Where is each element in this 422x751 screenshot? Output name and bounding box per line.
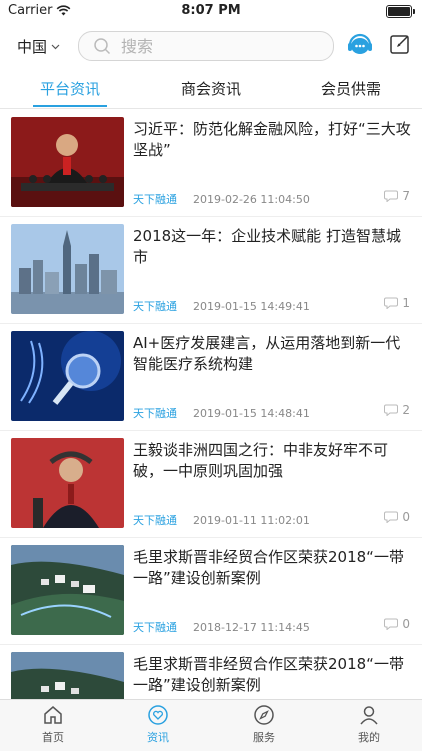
category-tabs: 平台资讯 商会资讯 会员供需 bbox=[0, 68, 422, 109]
comment-count-value: 7 bbox=[402, 189, 410, 203]
chevron-down-icon bbox=[51, 44, 60, 49]
home-icon bbox=[44, 706, 62, 724]
article-title: 毛里求斯晋非经贸合作区荣获2018“一带一路”建设创新案例 bbox=[133, 655, 404, 694]
comment-icon bbox=[384, 297, 399, 309]
article-meta: 天下融通 2019-01-11 11:02:01 bbox=[133, 512, 310, 528]
article-thumbnail bbox=[11, 545, 124, 635]
article-time: 2019-01-11 11:02:01 bbox=[193, 513, 310, 527]
article-meta: 天下融通 2019-01-15 14:49:41 bbox=[133, 298, 310, 314]
article-meta: 天下融通 2018-12-17 11:14:45 bbox=[133, 619, 310, 635]
customer-service-icon[interactable] bbox=[346, 32, 374, 58]
user-icon bbox=[360, 706, 378, 725]
article-thumbnail bbox=[11, 117, 124, 207]
comment-count: 0 bbox=[384, 510, 410, 524]
news-icon bbox=[148, 705, 168, 725]
comment-icon bbox=[384, 190, 399, 202]
article-thumbnail bbox=[11, 331, 124, 421]
battery-icon bbox=[386, 5, 415, 18]
tabbar-home[interactable]: 首页 bbox=[13, 704, 93, 745]
article-item[interactable]: AI+医疗发展建言，从运用落地到新一代智能医疗系统构建 天下融通 2019-01… bbox=[0, 323, 422, 431]
comment-count: 2 bbox=[384, 403, 410, 417]
article-item[interactable]: 毛里求斯晋非经贸合作区荣获2018“一带一路”建设创新案例 天下融通 2018-… bbox=[0, 537, 422, 645]
article-title: 2018这一年：企业技术赋能 打造智慧城市 bbox=[133, 227, 401, 266]
article-source: 天下融通 bbox=[133, 407, 177, 420]
edit-icon[interactable] bbox=[389, 33, 411, 55]
comment-icon bbox=[384, 404, 399, 416]
tab-chamber-news[interactable]: 商会资讯 bbox=[161, 78, 261, 99]
comment-count-value: 0 bbox=[402, 617, 410, 631]
tab-member-supply-demand[interactable]: 会员供需 bbox=[301, 78, 401, 99]
top-navigation-bar: 中国 bbox=[0, 22, 422, 68]
comment-count-value: 0 bbox=[402, 510, 410, 524]
tabbar-services[interactable]: 服务 bbox=[224, 704, 304, 745]
tabbar-services-label: 服务 bbox=[253, 731, 275, 744]
bottom-tab-bar: 首页 资讯 服务 我的 bbox=[0, 699, 422, 751]
comment-count: 7 bbox=[384, 189, 410, 203]
active-tab-indicator bbox=[33, 105, 107, 107]
article-source: 天下融通 bbox=[133, 514, 177, 527]
comment-count-value: 2 bbox=[402, 403, 410, 417]
article-source: 天下融通 bbox=[133, 300, 177, 313]
article-source: 天下融通 bbox=[133, 193, 177, 206]
search-input[interactable] bbox=[119, 35, 323, 57]
comment-count: 1 bbox=[384, 296, 410, 310]
search-bar[interactable] bbox=[78, 31, 334, 61]
tab-platform-news[interactable]: 平台资讯 bbox=[20, 78, 120, 99]
article-time: 2019-01-15 14:48:41 bbox=[193, 406, 310, 420]
tabbar-news-label: 资讯 bbox=[147, 731, 169, 744]
article-item[interactable]: 2018这一年：企业技术赋能 打造智慧城市 天下融通 2019-01-15 14… bbox=[0, 216, 422, 324]
comment-icon bbox=[384, 618, 399, 630]
tabbar-profile-label: 我的 bbox=[358, 731, 380, 744]
tabbar-news[interactable]: 资讯 bbox=[118, 704, 198, 745]
article-item[interactable]: 习近平：防范化解金融风险，打好“三大攻坚战” 天下融通 2019-02-26 1… bbox=[0, 109, 422, 217]
tabbar-profile[interactable]: 我的 bbox=[329, 704, 409, 745]
article-meta: 天下融通 2019-02-26 11:04:50 bbox=[133, 191, 310, 207]
article-title: 毛里求斯晋非经贸合作区荣获2018“一带一路”建设创新案例 bbox=[133, 548, 404, 587]
comment-count: 0 bbox=[384, 617, 410, 631]
article-title: AI+医疗发展建言，从运用落地到新一代智能医疗系统构建 bbox=[133, 334, 401, 373]
article-time: 2019-02-26 11:04:50 bbox=[193, 192, 310, 206]
article-time: 2018-12-17 11:14:45 bbox=[193, 620, 310, 634]
article-title: 王毅谈非洲四国之行：中非友好牢不可破，一中原则巩固加强 bbox=[133, 441, 389, 480]
search-icon bbox=[94, 38, 111, 55]
comment-icon bbox=[384, 511, 399, 523]
status-time: 8:07 PM bbox=[181, 3, 241, 18]
article-source: 天下融通 bbox=[133, 621, 177, 634]
article-meta: 天下融通 2019-01-15 14:48:41 bbox=[133, 405, 310, 421]
article-item[interactable]: 王毅谈非洲四国之行：中非友好牢不可破，一中原则巩固加强 天下融通 2019-01… bbox=[0, 430, 422, 538]
article-title: 习近平：防范化解金融风险，打好“三大攻坚战” bbox=[133, 120, 411, 159]
article-thumbnail bbox=[11, 224, 124, 314]
article-thumbnail bbox=[11, 438, 124, 528]
region-label: 中国 bbox=[17, 38, 48, 56]
comment-count-value: 1 bbox=[402, 296, 410, 310]
compass-icon bbox=[254, 705, 274, 725]
status-bar: Carrier 8:07 PM bbox=[0, 0, 422, 22]
tabbar-home-label: 首页 bbox=[42, 731, 64, 744]
region-selector[interactable]: 中国 bbox=[17, 36, 60, 57]
article-time: 2019-01-15 14:49:41 bbox=[193, 299, 310, 313]
